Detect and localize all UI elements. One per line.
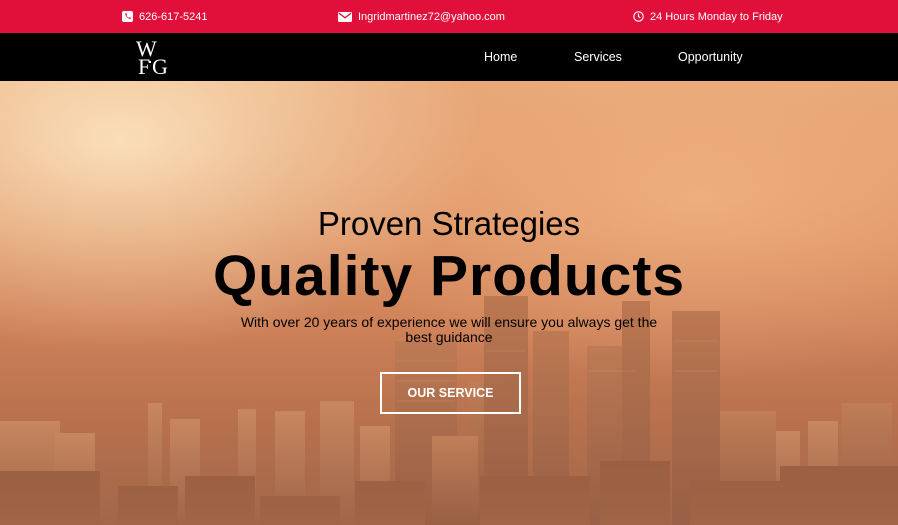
phone-icon	[122, 11, 133, 22]
nav-home-link[interactable]: Home	[484, 33, 517, 81]
contact-bar: 626-617-5241 Ingridmartinez72@yahoo.com …	[0, 0, 898, 33]
svg-text:G: G	[152, 54, 168, 77]
hours-text: 24 Hours Monday to Friday	[650, 10, 783, 23]
phone-number: 626-617-5241	[139, 10, 208, 23]
email-address: Ingridmartinez72@yahoo.com	[358, 10, 505, 23]
hours-info: 24 Hours Monday to Friday	[633, 0, 783, 33]
envelope-icon	[338, 11, 352, 22]
hero-subtitle: Proven Strategies	[317, 205, 581, 242]
hero-title: Quality Products	[212, 244, 686, 308]
our-service-button[interactable]: OUR SERVICE	[380, 372, 521, 414]
hero-content: Proven Strategies Quality Products With …	[0, 81, 898, 525]
nav-services-link[interactable]: Services	[574, 33, 622, 81]
phone-contact[interactable]: 626-617-5241	[122, 0, 208, 33]
hero-description: With over 20 years of experience we will…	[240, 314, 658, 345]
wfg-logo[interactable]: W F G	[135, 36, 179, 79]
main-navigation: W F G Home Services Opportunity	[0, 33, 898, 81]
clock-icon	[633, 11, 644, 22]
svg-text:F: F	[138, 54, 150, 77]
nav-opportunity-link[interactable]: Opportunity	[678, 33, 743, 81]
email-contact[interactable]: Ingridmartinez72@yahoo.com	[338, 0, 505, 33]
hero-section: Proven Strategies Quality Products With …	[0, 81, 898, 525]
